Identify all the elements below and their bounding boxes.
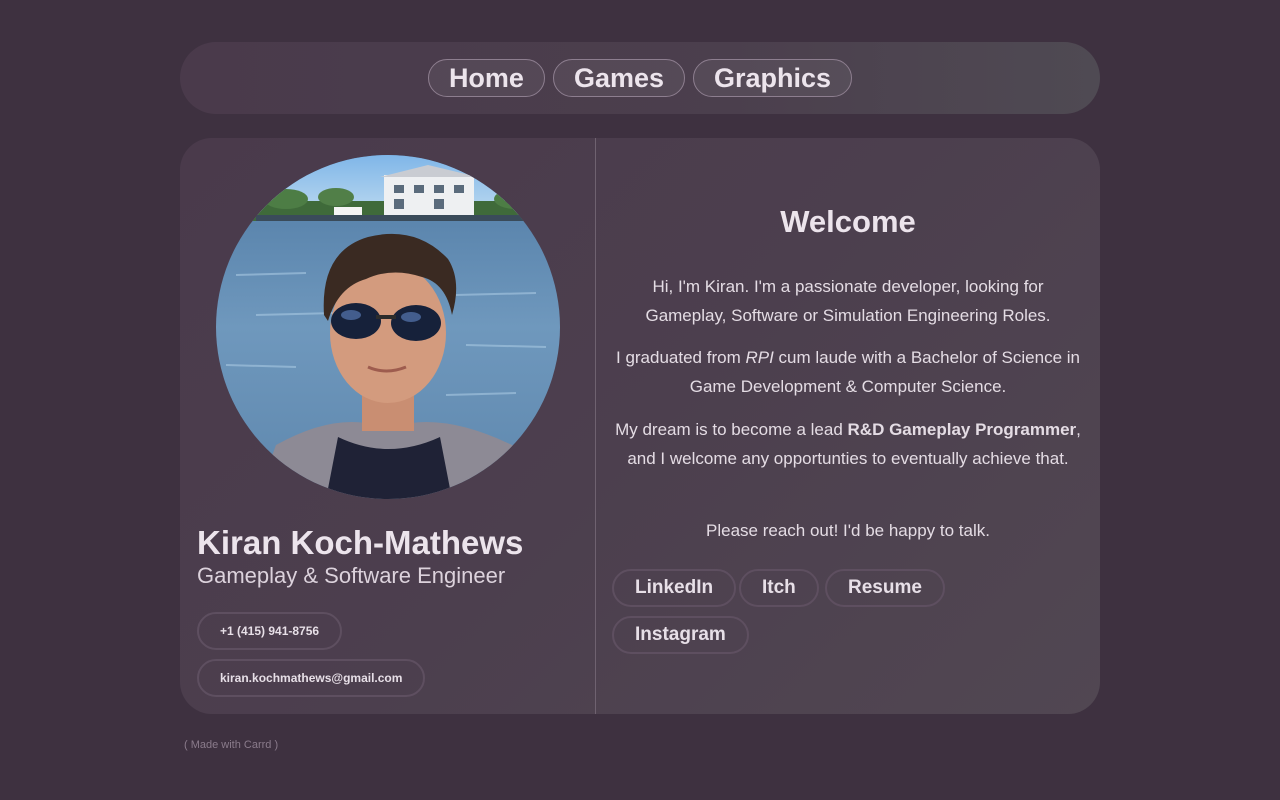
- profile-photo-image: [216, 155, 560, 499]
- nav-home-button[interactable]: Home: [427, 59, 545, 97]
- profile-photo: [216, 155, 560, 499]
- phone-button[interactable]: +1 (415) 941-8756: [197, 612, 343, 650]
- welcome-heading: Welcome: [780, 204, 916, 239]
- profile-card: Kiran Koch-Mathews Gameplay & Software E…: [180, 138, 1100, 714]
- itch-button[interactable]: Itch: [739, 569, 819, 607]
- intro-paragraph: Hi, I'm Kiran. I'm a passionate develope…: [645, 277, 1051, 325]
- instagram-button[interactable]: Instagram: [612, 616, 749, 654]
- profile-role: Gameplay & Software Engineer: [197, 563, 506, 588]
- nav-graphics-button[interactable]: Graphics: [693, 59, 853, 97]
- linkedin-button[interactable]: LinkedIn: [612, 569, 737, 607]
- profile-name: Kiran Koch-Mathews: [197, 524, 524, 561]
- contact-paragraph: Please reach out! I'd be happy to talk.: [706, 521, 990, 540]
- top-nav: Home Games Graphics: [180, 42, 1100, 114]
- resume-button[interactable]: Resume: [825, 569, 945, 607]
- education-paragraph: I graduated from RPI cum laude with a Ba…: [616, 348, 1080, 396]
- email-button[interactable]: kiran.kochmathews@gmail.com: [197, 659, 426, 697]
- made-with-carrd-link[interactable]: ( Made with Carrd ): [184, 739, 278, 751]
- goal-paragraph: My dream is to become a lead R&D Gamepla…: [615, 420, 1081, 468]
- nav-games-button[interactable]: Games: [552, 59, 686, 97]
